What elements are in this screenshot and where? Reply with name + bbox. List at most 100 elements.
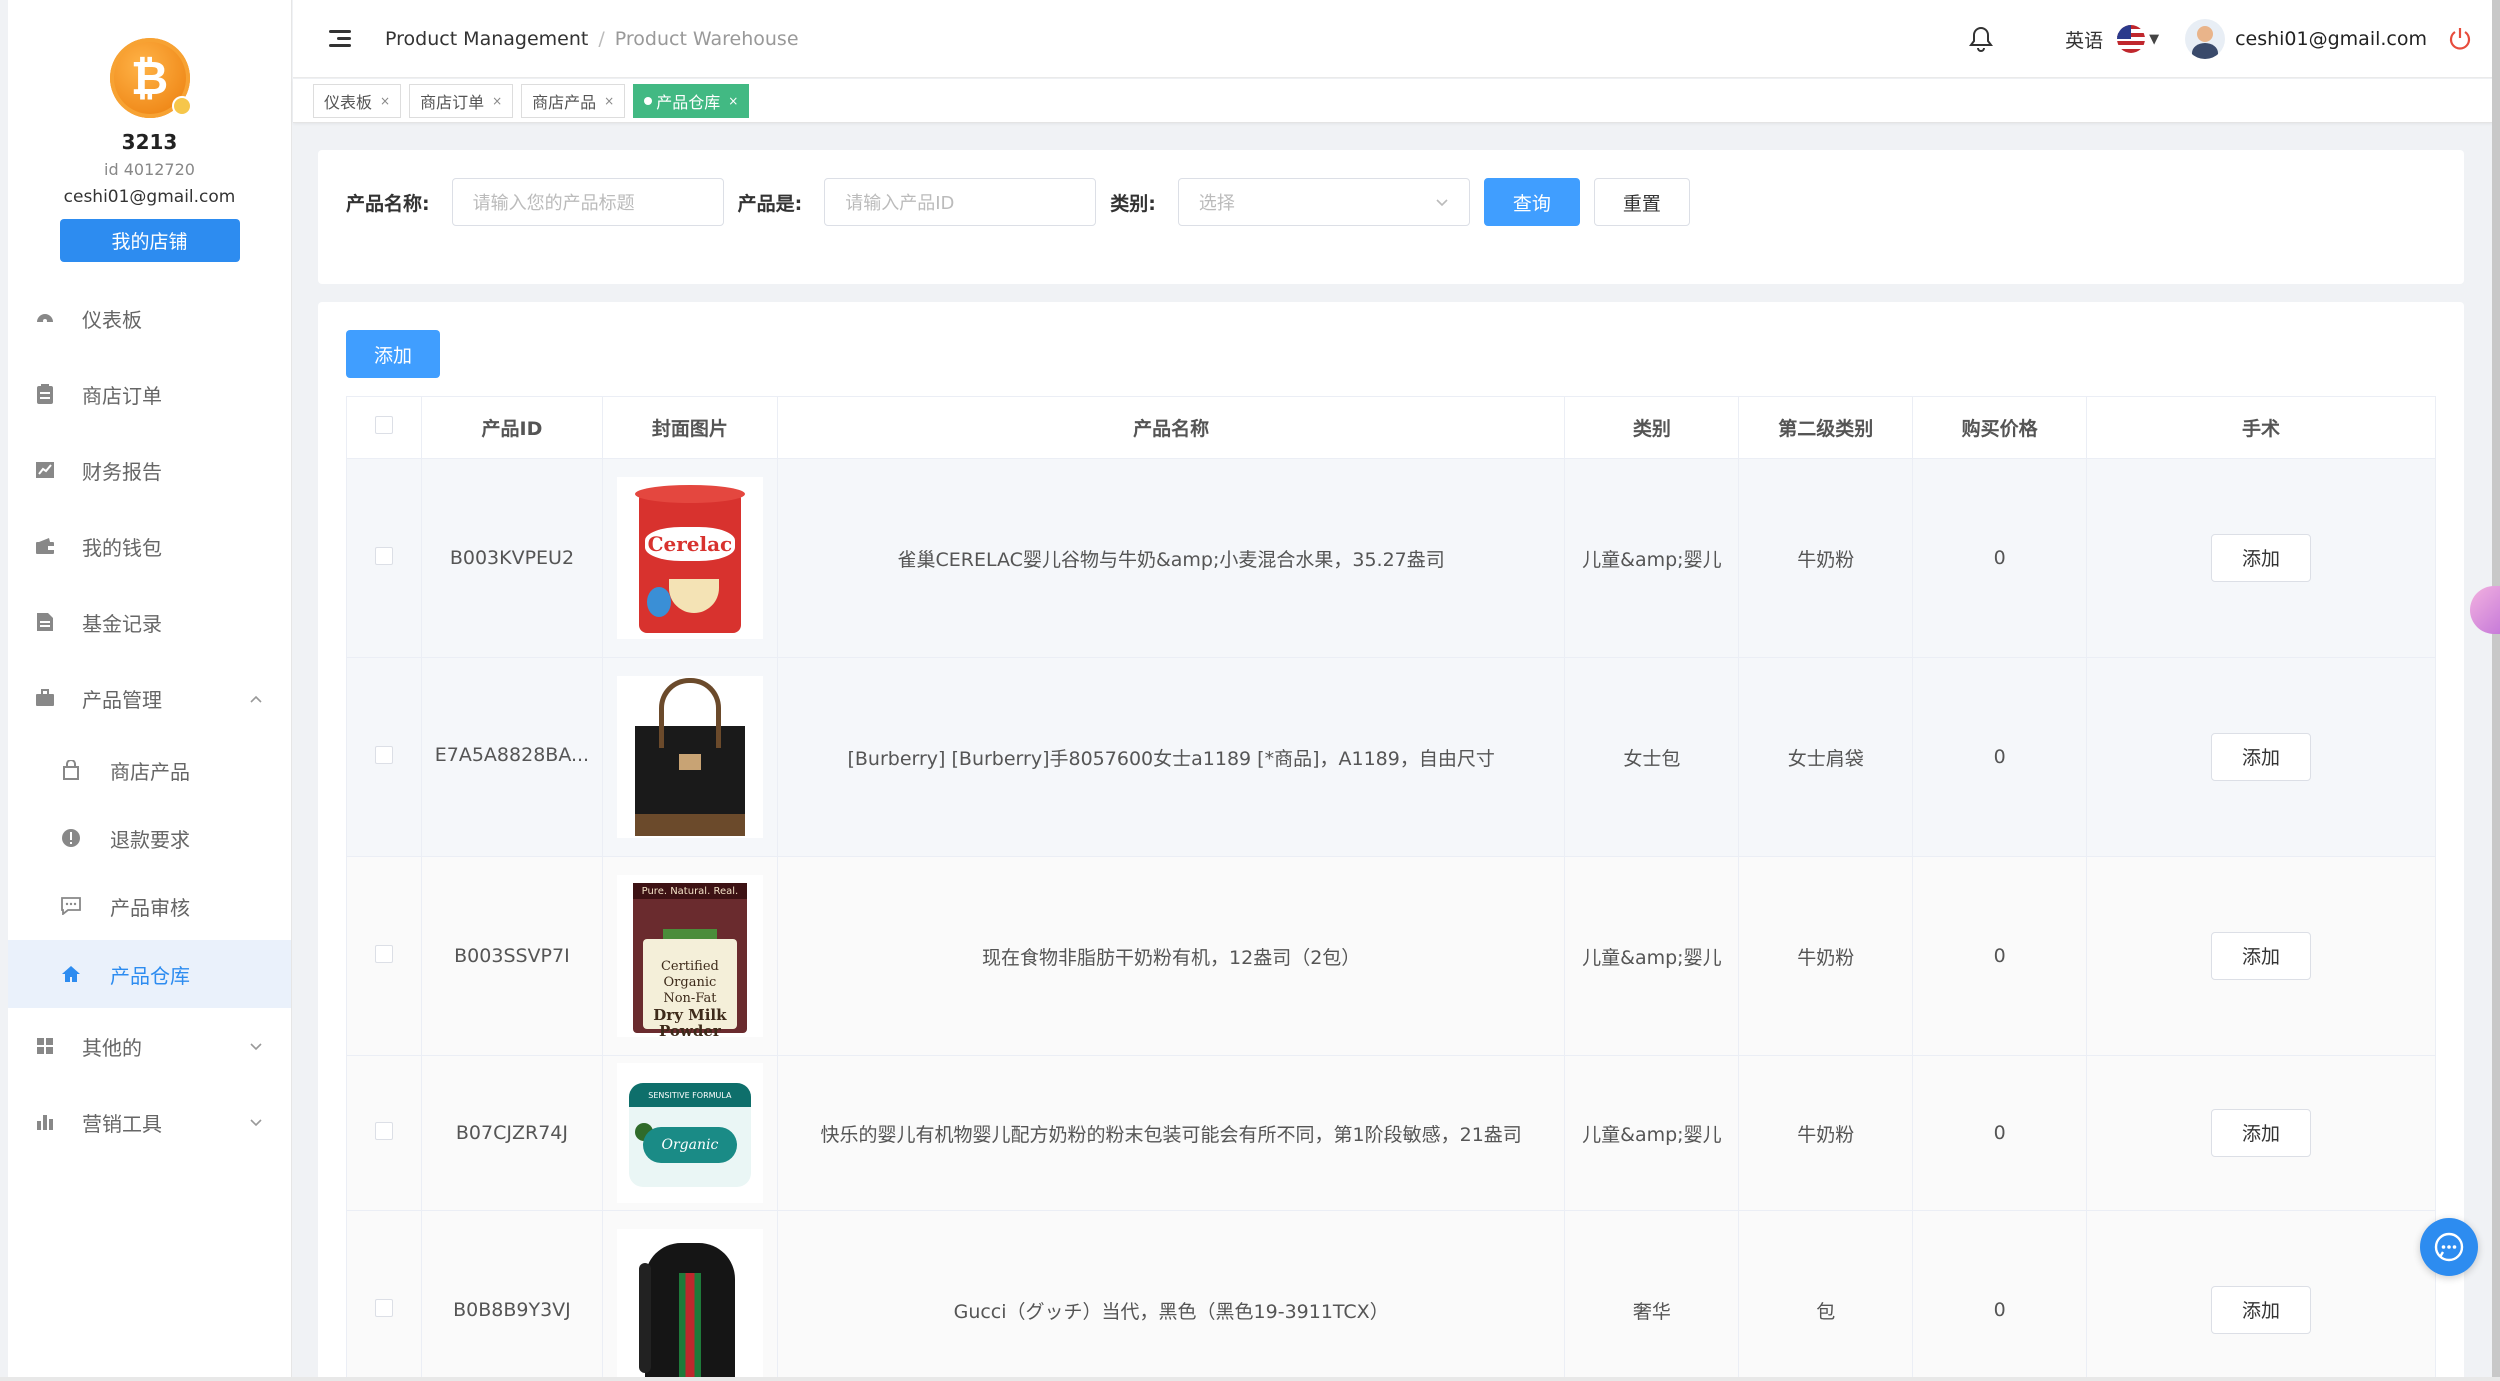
row-checkbox[interactable] (374, 546, 393, 565)
sidebar-item-label: 我的钱包 (82, 535, 162, 560)
tab-label: 仪表板 (324, 92, 373, 112)
table-header-row: 产品ID 封面图片 产品名称 类别 第二级类别 购买价格 手术 (346, 396, 2436, 459)
top-header: Product Management / Product Warehouse 英语 … (293, 0, 2493, 78)
chat-icon[interactable] (2420, 1218, 2478, 1276)
row-checkbox[interactable] (374, 944, 393, 963)
column-header: 类别 (1564, 396, 1740, 459)
alert-icon (60, 827, 82, 849)
cover-image-cell (601, 657, 778, 857)
document-icon (34, 611, 56, 633)
bar-chart-icon (34, 1111, 56, 1133)
message-icon (60, 895, 82, 917)
sidebar-item-product-review[interactable]: 产品审核 (8, 872, 291, 940)
sidebar-menu: 仪表板 商店订单 财务报告 我的钱包 基金记录 产品管理 商店产品 退款要求 产… (8, 280, 291, 1160)
column-header: 产品ID (420, 396, 603, 459)
sidebar-item-product-warehouse[interactable]: 产品仓库 (8, 940, 291, 1008)
my-shop-button[interactable]: 我的店铺 (59, 219, 240, 262)
column-header: 购买价格 (1912, 396, 2088, 459)
close-icon[interactable]: × (728, 94, 738, 108)
us-flag-icon[interactable] (2117, 25, 2146, 53)
tab-store-orders[interactable]: 商店订单 × (409, 83, 514, 118)
sidebar-item-marketing-tools[interactable]: 营销工具 (8, 1084, 291, 1160)
table-row: B003KVPEU2 Cerelac 雀巢CERELAC婴儿谷物与牛奶&amp;… (346, 458, 2436, 658)
tab-dashboard[interactable]: 仪表板 × (313, 83, 402, 118)
product-price: 0 (1912, 856, 2088, 1056)
sidebar-item-store-products[interactable]: 商店产品 (8, 736, 291, 804)
reset-button[interactable]: 重置 (1593, 178, 1690, 226)
close-icon[interactable]: × (604, 94, 614, 108)
product-category: 奢华 (1564, 1210, 1740, 1381)
chart-icon (34, 459, 56, 481)
row-checkbox[interactable] (374, 1298, 393, 1317)
category-label: 类别: (1110, 192, 1156, 215)
row-checkbox[interactable] (374, 1121, 393, 1140)
product-thumbnail: Pure. Natural. Real. Certified Organic No… (616, 875, 763, 1037)
bell-icon[interactable] (1967, 25, 1995, 53)
power-icon[interactable] (2447, 26, 2473, 52)
column-header: 手术 (2086, 396, 2436, 459)
sidebar-item-store-orders[interactable]: 商店订单 (8, 356, 291, 432)
language-label[interactable]: 英语 (2065, 26, 2103, 53)
product-category: 儿童&amp;婴儿 (1564, 856, 1740, 1056)
select-all-cell (346, 396, 422, 459)
add-button[interactable]: 添加 (346, 330, 440, 378)
avatar[interactable] (2185, 19, 2226, 59)
page-scrollbar[interactable] (2492, 0, 2500, 1381)
shop-id: id 4012720 (104, 160, 195, 179)
sidebar-item-product-management[interactable]: 产品管理 (8, 660, 291, 736)
product-category: 儿童&amp;婴儿 (1564, 1055, 1740, 1211)
sidebar-item-label: 财务报告 (82, 459, 162, 484)
query-button[interactable]: 查询 (1483, 178, 1580, 226)
row-add-button[interactable]: 添加 (2211, 1109, 2312, 1157)
category-select[interactable]: 选择 (1177, 178, 1470, 226)
cover-image-cell (601, 1210, 778, 1381)
product-price: 0 (1912, 657, 2088, 857)
product-id-input[interactable]: 请输入产品ID (824, 178, 1097, 226)
product-category: 女士包 (1564, 657, 1740, 857)
column-header: 第二级类别 (1738, 396, 1914, 459)
sidebar-item-fund-records[interactable]: 基金记录 (8, 584, 291, 660)
home-icon (60, 963, 82, 985)
sidebar-item-financial-report[interactable]: 财务报告 (8, 432, 291, 508)
cover-image-cell: SENSITIVE FORMULA Organic (601, 1055, 778, 1211)
cover-image-cell: Cerelac (601, 458, 778, 658)
scrollbar-thumb[interactable] (2492, 0, 2500, 1381)
product-name-label: 产品名称: (346, 192, 430, 215)
side-helper-icon[interactable] (2470, 586, 2500, 634)
menu-toggle-icon[interactable] (329, 28, 355, 50)
sidebar-item-dashboard[interactable]: 仪表板 (8, 280, 291, 356)
grid-icon (34, 1035, 56, 1057)
caret-down-icon[interactable]: ▼ (2149, 32, 2159, 47)
product-name: 雀巢CERELAC婴儿谷物与牛奶&amp;小麦混合水果，35.27盎司 (776, 458, 1566, 658)
row-checkbox[interactable] (374, 745, 393, 764)
header-actions: 英语 ▼ ceshi01@gmail.com (1967, 0, 2473, 78)
tab-label: 产品仓库 (656, 92, 721, 112)
close-icon[interactable]: × (380, 94, 390, 108)
product-subcategory: 包 (1738, 1210, 1914, 1381)
product-name-input[interactable]: 请输入您的产品标题 (451, 178, 724, 226)
row-add-button[interactable]: 添加 (2211, 534, 2312, 582)
sidebar-item-refund-requests[interactable]: 退款要求 (8, 804, 291, 872)
close-icon[interactable]: × (492, 94, 502, 108)
select-all-checkbox[interactable] (374, 416, 393, 434)
table-row: B003SSVP7I Pure. Natural. Real. Certifie… (346, 856, 2436, 1056)
product-thumbnail (616, 676, 763, 838)
breadcrumb-root[interactable]: Product Management (385, 28, 588, 50)
user-email[interactable]: ceshi01@gmail.com (2235, 28, 2427, 50)
sidebar-item-label: 商店产品 (110, 759, 190, 784)
row-add-button[interactable]: 添加 (2211, 932, 2312, 980)
tab-product-warehouse[interactable]: 产品仓库 × (633, 83, 750, 118)
sidebar-item-my-wallet[interactable]: 我的钱包 (8, 508, 291, 584)
product-id: E7A5A8828BA... (420, 657, 603, 857)
row-add-button[interactable]: 添加 (2211, 733, 2312, 781)
tab-store-products[interactable]: 商店产品 × (521, 83, 626, 118)
product-price: 0 (1912, 1210, 2088, 1381)
column-header: 产品名称 (776, 396, 1566, 459)
sidebar-item-other[interactable]: 其他的 (8, 1008, 291, 1084)
clipboard-icon (34, 383, 56, 405)
product-name: 现在食物非脂肪干奶粉有机，12盎司（2包） (776, 856, 1566, 1056)
product-name: [Burberry] [Burberry]手8057600女士a1189 [*商… (776, 657, 1566, 857)
product-subcategory: 牛奶粉 (1738, 1055, 1914, 1211)
tab-label: 商店产品 (532, 92, 597, 112)
row-add-button[interactable]: 添加 (2211, 1286, 2312, 1334)
